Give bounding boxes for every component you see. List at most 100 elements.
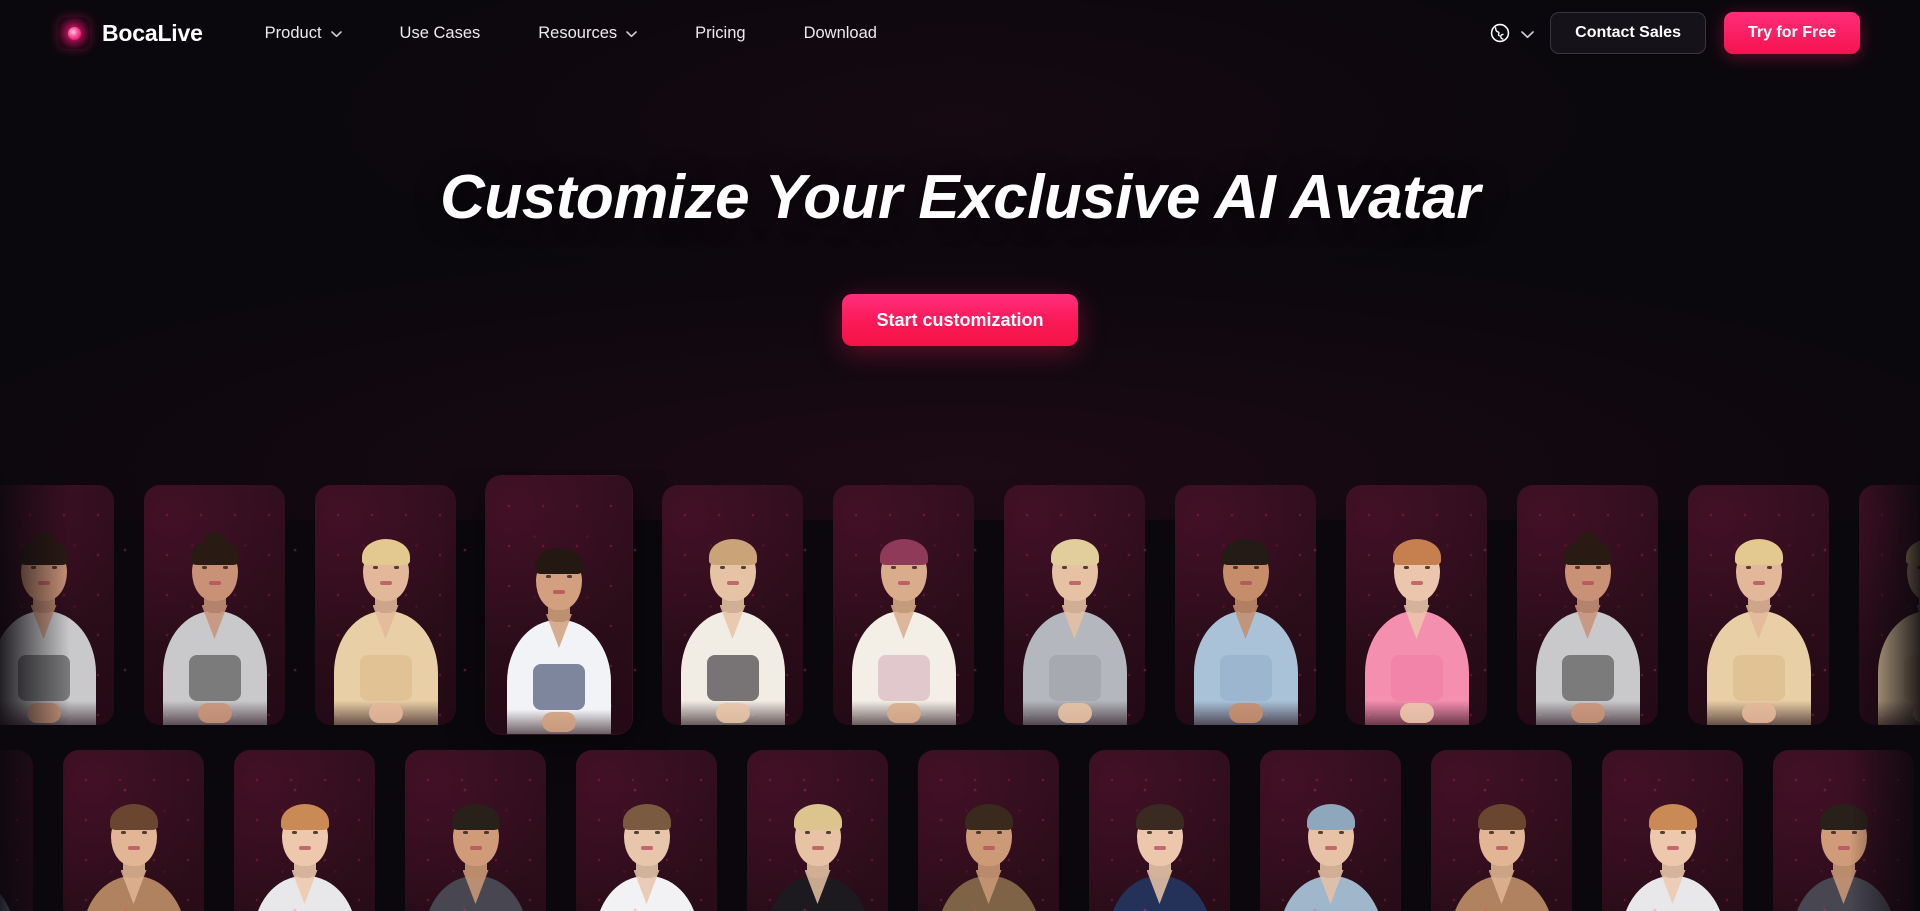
avatar-card-silver-gown-woman[interactable] (1004, 485, 1145, 725)
avatar-card-pink-blazer-woman[interactable] (1346, 485, 1487, 725)
start-customization-button[interactable]: Start customization (842, 294, 1078, 347)
avatar-hair-top (964, 804, 1013, 830)
avatar-mouth (1495, 846, 1508, 850)
avatar-card-houndstooth-woman-2[interactable] (1602, 750, 1743, 911)
avatar-card-leather-jacket-woman[interactable] (747, 750, 888, 911)
avatar-eye-right (141, 831, 147, 834)
avatar-eye-left (719, 566, 725, 569)
avatar-figure (63, 750, 204, 911)
avatar-hands (1399, 703, 1434, 723)
nav-link-use-cases-label: Use Cases (399, 23, 481, 42)
avatar-mouth (811, 846, 824, 850)
avatar-eye-right (1424, 566, 1430, 569)
avatar-mouth (1239, 581, 1252, 585)
avatar-hands (26, 703, 61, 723)
avatar-eye-left (890, 566, 896, 569)
avatar-hair-top (1477, 804, 1526, 830)
avatar-card-houndstooth-woman[interactable] (234, 750, 375, 911)
avatar-eye-right (222, 566, 228, 569)
avatar-outfit-accent (1048, 655, 1101, 701)
nav-link-product[interactable]: Product (265, 18, 342, 49)
avatar-hair-top (1648, 804, 1697, 830)
avatar-hair-top (793, 804, 842, 830)
avatar-eye-right (51, 566, 57, 569)
avatar-eye-right (483, 831, 489, 834)
avatar-eye-right (911, 566, 917, 569)
avatar-card-navy-dress-woman[interactable] (1089, 750, 1230, 911)
nav-link-use-cases[interactable]: Use Cases (400, 18, 481, 49)
avatar-eye-right (1595, 566, 1601, 569)
avatar-figure (747, 750, 888, 911)
avatar-card-blue-hijab-woman-2[interactable] (1260, 750, 1401, 911)
avatar-mouth (1068, 581, 1081, 585)
avatar-hair-top (879, 539, 928, 565)
avatar-figure (144, 485, 285, 725)
globe-icon (1489, 22, 1511, 44)
contact-sales-button[interactable]: Contact Sales (1550, 12, 1706, 54)
avatar-hair-top (1050, 539, 1099, 565)
avatar-eye-left (201, 566, 207, 569)
avatar-card-suit-man-mic[interactable] (405, 750, 546, 911)
brand-logo[interactable]: BocaLive (58, 17, 203, 49)
avatar-outfit-accent (1390, 655, 1443, 701)
language-selector[interactable] (1489, 22, 1535, 44)
avatar-mouth (1410, 581, 1423, 585)
avatar-card-doctor-man[interactable] (486, 476, 632, 734)
avatar-card-white-coat-woman[interactable] (576, 750, 717, 911)
avatar-card-gold-gown-woman-2[interactable] (1688, 485, 1829, 725)
avatar-eye-right (996, 831, 1002, 834)
avatar-mouth (208, 581, 221, 585)
avatar-row-bottom[interactable] (0, 750, 1920, 911)
avatar-mouth (726, 581, 739, 585)
avatar-hair-top (1905, 539, 1920, 565)
avatar-card-hoodie-woman-2[interactable] (1517, 485, 1658, 725)
hero-cta-wrapper: Start customization (0, 294, 1920, 347)
try-for-free-button[interactable]: Try for Free (1723, 12, 1860, 54)
avatar-mouth (1837, 846, 1850, 850)
avatar-card-brown-top-woman-2[interactable] (1431, 750, 1572, 911)
avatar-hands (1741, 703, 1776, 723)
avatar-eye-right (1680, 831, 1686, 834)
avatar-outfit-accent (17, 655, 70, 701)
avatar-card-blue-hijab-woman[interactable] (0, 750, 33, 911)
bocalive-orb-logo-icon (58, 17, 90, 49)
avatar-eye-left (1745, 566, 1751, 569)
avatar-mouth (982, 846, 995, 850)
avatar-eye-left (633, 831, 639, 834)
avatar-card-blue-shirt-man[interactable] (1175, 485, 1316, 725)
nav-link-pricing[interactable]: Pricing (695, 18, 745, 49)
avatar-eye-left (1403, 566, 1409, 569)
avatar-hair-top (622, 804, 671, 830)
avatar-hair-top (1306, 804, 1355, 830)
avatar-card-hijab-woman[interactable] (833, 485, 974, 725)
chevron-down-icon (626, 30, 637, 38)
avatar-figure (0, 485, 114, 725)
avatar-outfit-accent (188, 655, 241, 701)
avatar-mouth (1324, 846, 1337, 850)
avatar-card-suit-man-mic-2[interactable] (1773, 750, 1914, 911)
avatar-figure (576, 750, 717, 911)
avatar-row-top[interactable] (0, 476, 1920, 734)
avatar-outfit-accent (1732, 655, 1785, 701)
nav-link-resources[interactable]: Resources (538, 18, 637, 49)
avatar-outfit-accent (359, 655, 412, 701)
nav-link-download[interactable]: Download (804, 18, 877, 49)
avatar-card-glasses-man-suit[interactable] (918, 750, 1059, 911)
avatar-figure (1260, 750, 1401, 911)
avatar-eye-right (740, 566, 746, 569)
avatar-hair-top (1819, 804, 1868, 830)
avatar-eye-left (372, 566, 378, 569)
avatar-card-white-blouse-woman[interactable] (662, 485, 803, 725)
avatar-card-gold-gown-woman[interactable] (315, 485, 456, 725)
avatar-card-hoodie-woman[interactable] (144, 485, 285, 725)
avatar-mouth (379, 581, 392, 585)
avatar-card-brown-top-woman[interactable] (63, 750, 204, 911)
avatar-mouth (127, 846, 140, 850)
nav-link-download-label: Download (803, 23, 877, 42)
avatar-figure (0, 750, 33, 911)
avatar-card-partial-left[interactable] (0, 485, 114, 725)
avatar-card-partial-right[interactable] (1859, 485, 1920, 725)
avatar-hair-top (361, 539, 410, 565)
page-title: Customize Your Exclusive AI Avatar (440, 163, 1480, 232)
avatar-eye-left (462, 831, 468, 834)
